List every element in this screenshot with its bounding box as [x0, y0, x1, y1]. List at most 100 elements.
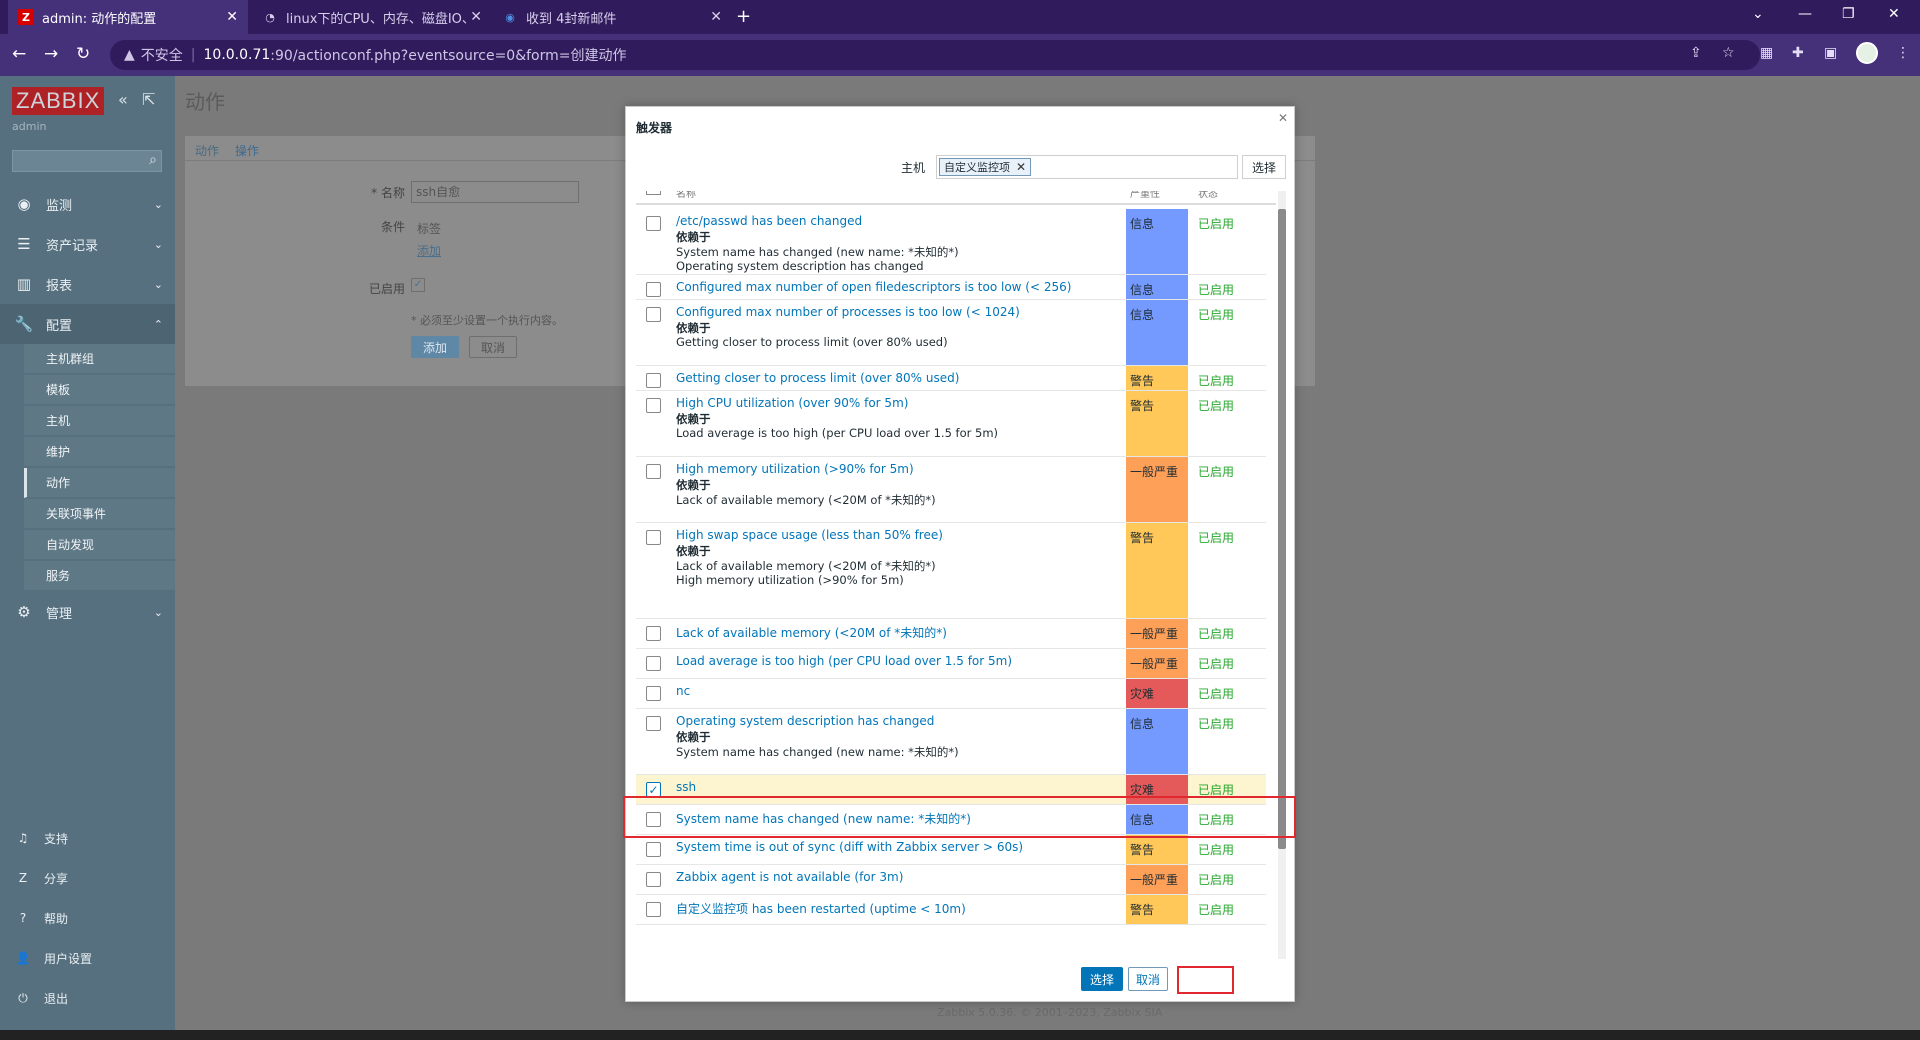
trigger-checkbox[interactable] — [646, 626, 661, 641]
bookmark-star-icon[interactable]: ☆ — [1722, 45, 1735, 61]
dialog-close-icon[interactable]: ✕ — [1278, 111, 1288, 125]
trigger-checkbox[interactable] — [646, 842, 661, 857]
trigger-checkbox[interactable]: ✓ — [646, 782, 661, 797]
browser-tab-zabbix[interactable]: Z admin: 动作的配置 ✕ — [8, 0, 248, 34]
trigger-row[interactable]: Zabbix agent is not available (for 3m) 一般… — [636, 865, 1266, 895]
trigger-name-link[interactable]: ssh — [676, 780, 696, 794]
menu-help[interactable]: ? 帮助 — [0, 898, 175, 938]
trigger-name-link[interactable]: Configured max number of open filedescri… — [676, 280, 1071, 294]
trigger-name-link[interactable]: High swap space usage (less than 50% fre… — [676, 528, 943, 542]
zabbix-logo[interactable]: ZABBIX — [12, 87, 105, 115]
host-select-button[interactable]: 选择 — [1242, 155, 1286, 179]
window-close-icon[interactable]: ✕ — [1888, 6, 1900, 22]
url-omnibox[interactable]: ▲ 不安全 | 10.0.0.71 :90/actionconf.php?eve… — [110, 40, 1760, 70]
close-tab-icon[interactable]: ✕ — [470, 9, 482, 25]
trigger-row[interactable]: System time is out of sync (diff with Za… — [636, 835, 1266, 865]
col-severity-header[interactable]: 严重性 — [1130, 191, 1160, 200]
list-scrollbar-thumb[interactable] — [1278, 209, 1286, 849]
col-name-header[interactable]: 名称 — [676, 191, 696, 200]
trigger-row[interactable]: Getting closer to process limit (over 80… — [636, 366, 1266, 391]
new-tab-plus-icon[interactable]: + — [736, 6, 751, 27]
menu-share[interactable]: Z 分享 — [0, 858, 175, 898]
submenu-hosts[interactable]: 主机 — [24, 406, 175, 436]
trigger-name-link[interactable]: Load average is too high (per CPU load o… — [676, 654, 1012, 668]
collapse-sidebar-icon[interactable]: « — [118, 90, 128, 109]
col-status-header[interactable]: 状态 — [1198, 191, 1218, 200]
trigger-name-link[interactable]: Configured max number of processes is to… — [676, 305, 1020, 319]
trigger-name-link[interactable]: 自定义监控项 has been restarted (uptime < 10m) — [676, 900, 966, 917]
host-multiselect[interactable]: 自定义监控项 ✕ — [936, 155, 1238, 179]
reload-icon[interactable]: ↻ — [76, 44, 90, 64]
trigger-name-link[interactable]: /etc/passwd has been changed — [676, 214, 862, 228]
trigger-row[interactable]: Lack of available memory (<20M of *未知的*)… — [636, 619, 1266, 649]
trigger-row[interactable]: High memory utilization (>90% for 5m) 依赖于… — [636, 457, 1266, 523]
dialog-cancel-button[interactable]: 取消 — [1128, 967, 1168, 991]
search-icon[interactable]: ⌕ — [149, 152, 157, 168]
forward-arrow-icon[interactable]: → — [44, 44, 58, 64]
menu-user-settings[interactable]: 👤 用户设置 — [0, 938, 175, 978]
profile-avatar[interactable] — [1856, 42, 1878, 64]
submenu-maintenance[interactable]: 维护 — [24, 437, 175, 467]
trigger-row[interactable]: 自定义监控项 has been restarted (uptime < 10m)… — [636, 895, 1266, 925]
trigger-row[interactable]: Configured max number of open filedescri… — [636, 275, 1266, 300]
sidepanel-icon[interactable]: ▣ — [1824, 45, 1837, 61]
trigger-row[interactable]: Load average is too high (per CPU load o… — [636, 649, 1266, 679]
share-icon[interactable]: ⇪ — [1690, 45, 1702, 61]
trigger-name-link[interactable]: System time is out of sync (diff with Za… — [676, 840, 1023, 854]
trigger-checkbox[interactable] — [646, 686, 661, 701]
submenu-services[interactable]: 服务 — [24, 561, 175, 591]
trigger-name-link[interactable]: nc — [676, 684, 690, 698]
trigger-checkbox[interactable] — [646, 373, 661, 388]
trigger-checkbox[interactable] — [646, 464, 661, 479]
back-arrow-icon[interactable]: ← — [12, 44, 26, 64]
trigger-name-link[interactable]: Zabbix agent is not available (for 3m) — [676, 870, 903, 884]
tab-operations[interactable]: 操作 — [235, 142, 259, 159]
trigger-checkbox[interactable] — [646, 398, 661, 413]
enabled-checkbox[interactable]: ✓ — [411, 278, 425, 292]
menu-inventory[interactable]: ☰ 资产记录 ⌄ — [0, 224, 175, 264]
trigger-checkbox[interactable] — [646, 656, 661, 671]
tab-action[interactable]: 动作 — [195, 142, 219, 159]
submenu-correlation[interactable]: 关联项事件 — [24, 499, 175, 529]
extension-icon[interactable]: ▦ — [1760, 45, 1773, 61]
minimize-icon[interactable]: — — [1798, 6, 1812, 22]
trigger-name-link[interactable]: High memory utilization (>90% for 5m) — [676, 462, 914, 476]
submenu-actions[interactable]: 动作 — [24, 468, 175, 498]
trigger-name-link[interactable]: High CPU utilization (over 90% for 5m) — [676, 396, 908, 410]
trigger-checkbox[interactable] — [646, 282, 661, 297]
remove-chip-icon[interactable]: ✕ — [1016, 160, 1026, 174]
kiosk-mode-icon[interactable]: ⇱ — [142, 90, 155, 109]
menu-administration[interactable]: ⚙ 管理 ⌄ — [0, 592, 175, 632]
restore-icon[interactable]: ❐ — [1842, 6, 1855, 22]
browser-tab-linux[interactable]: ◔ linux下的CPU、内存、磁盘IO、 ✕ — [252, 0, 492, 34]
submenu-discovery[interactable]: 自动发现 — [24, 530, 175, 560]
trigger-checkbox[interactable] — [646, 307, 661, 322]
select-all-checkbox[interactable] — [646, 191, 661, 195]
add-button[interactable]: 添加 — [411, 336, 459, 358]
trigger-row[interactable]: Configured max number of processes is to… — [636, 300, 1266, 366]
tab-search-chevron-icon[interactable]: ⌄ — [1752, 6, 1764, 22]
menu-sign-out[interactable]: ⏻ 退出 — [0, 978, 175, 1018]
name-input[interactable]: ssh自愈 — [411, 181, 579, 203]
trigger-checkbox[interactable] — [646, 216, 661, 231]
menu-support[interactable]: ♫ 支持 — [0, 818, 175, 858]
cancel-button[interactable]: 取消 — [469, 336, 517, 358]
browser-tab-mail[interactable]: ◉ 收到 4封新邮件 ✕ — [492, 0, 732, 34]
trigger-name-link[interactable]: Operating system description has changed — [676, 714, 934, 728]
close-tab-icon[interactable]: ✕ — [226, 9, 238, 25]
menu-configuration[interactable]: 🔧 配置 ⌃ — [0, 304, 175, 344]
browser-menu-icon[interactable]: ⋮ — [1896, 45, 1910, 61]
close-tab-icon[interactable]: ✕ — [710, 9, 722, 25]
trigger-row[interactable]: High CPU utilization (over 90% for 5m) 依赖… — [636, 391, 1266, 457]
trigger-row[interactable]: High swap space usage (less than 50% fre… — [636, 523, 1266, 619]
submenu-host-groups[interactable]: 主机群组 — [24, 344, 175, 374]
trigger-name-link[interactable]: Lack of available memory (<20M of *未知的*) — [676, 624, 947, 641]
trigger-name-link[interactable]: Getting closer to process limit (over 80… — [676, 371, 959, 385]
trigger-row[interactable]: nc 灾难 已启用 — [636, 679, 1266, 709]
add-condition-link[interactable]: 添加 — [417, 242, 441, 259]
puzzle-icon[interactable]: ✚ — [1792, 45, 1804, 61]
trigger-row[interactable]: Operating system description has changed… — [636, 709, 1266, 775]
menu-reports[interactable]: ▥ 报表 ⌄ — [0, 264, 175, 304]
submenu-templates[interactable]: 模板 — [24, 375, 175, 405]
trigger-checkbox[interactable] — [646, 716, 661, 731]
